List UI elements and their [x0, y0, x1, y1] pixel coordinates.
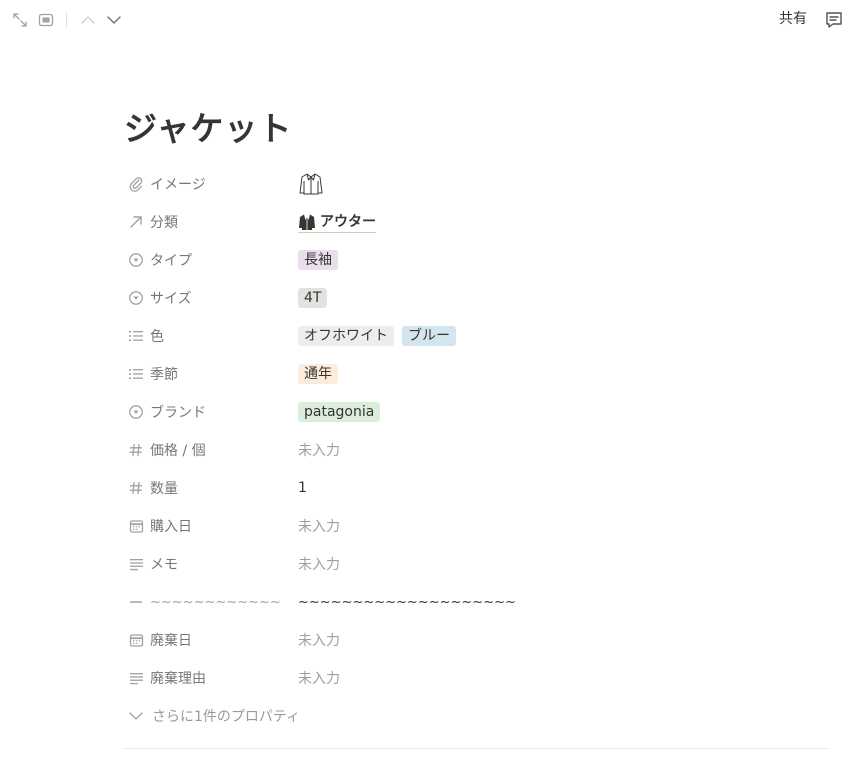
property-value-quantity[interactable]: 1	[298, 469, 307, 507]
jacket-thumbnail-icon[interactable]	[298, 172, 324, 196]
property-label: ブランド	[150, 405, 206, 421]
property-row-price: 価格 / 個 未入力	[124, 431, 830, 469]
property-name-disposal-date[interactable]: 廃棄日	[128, 621, 288, 659]
tag: ブルー	[402, 326, 456, 346]
property-value-type[interactable]: 長袖	[298, 241, 346, 279]
list-icon	[128, 328, 144, 344]
tag: 4T	[298, 288, 328, 308]
calendar-icon	[128, 632, 144, 648]
property-label: メモ	[150, 557, 178, 573]
property-value-memo[interactable]: 未入力	[298, 545, 340, 583]
relation-label: アウター	[320, 213, 376, 230]
tag: 長袖	[298, 250, 338, 270]
property-value-size[interactable]: 4T	[298, 279, 335, 317]
tag: patagonia	[298, 402, 381, 422]
tag: 通年	[298, 364, 338, 384]
hash-icon	[128, 480, 144, 496]
paperclip-icon	[128, 176, 144, 192]
property-row-image: イメージ	[124, 165, 830, 203]
property-name-color[interactable]: 色	[128, 317, 288, 355]
comment-icon[interactable]	[823, 9, 845, 31]
property-name-quantity[interactable]: 数量	[128, 469, 288, 507]
property-value-category[interactable]: アウター	[298, 203, 376, 241]
toolbar-divider	[66, 12, 67, 28]
top-bar: 共有	[0, 0, 860, 40]
chevron-down-icon[interactable]	[104, 10, 124, 30]
property-name-category[interactable]: 分類	[128, 203, 288, 241]
property-label: 分類	[150, 215, 178, 231]
property-name-type[interactable]: タイプ	[128, 241, 288, 279]
property-name-price[interactable]: 価格 / 個	[128, 431, 288, 469]
property-value-image[interactable]	[298, 165, 324, 203]
property-value-brand[interactable]: patagonia	[298, 393, 388, 431]
property-name-season[interactable]: 季節	[128, 355, 288, 393]
property-value-disposal-reason[interactable]: 未入力	[298, 659, 340, 697]
expand-icon[interactable]	[10, 10, 30, 30]
property-value-season[interactable]: 通年	[298, 355, 346, 393]
property-row-separator: ~~~~~~~~~~~~ ~~~~~~~~~~~~~~~~~~~~	[124, 583, 830, 621]
text-icon	[128, 670, 144, 686]
property-label: 購入日	[150, 519, 192, 535]
property-name-size[interactable]: サイズ	[128, 279, 288, 317]
hash-icon	[128, 442, 144, 458]
property-value-color[interactable]: オフホワイト ブルー	[298, 317, 464, 355]
arrow-up-right-icon	[128, 214, 144, 230]
property-name-brand[interactable]: ブランド	[128, 393, 288, 431]
property-label: 数量	[150, 481, 178, 497]
property-value-price[interactable]: 未入力	[298, 431, 340, 469]
property-list: イメージ 分類 アウター タイプ 長袖 サイズ 4T 色 オフホワイト ブルー …	[124, 165, 830, 697]
property-row-type: タイプ 長袖	[124, 241, 830, 279]
property-row-brand: ブランド patagonia	[124, 393, 830, 431]
property-name-purchase-date[interactable]: 購入日	[128, 507, 288, 545]
property-name-separator[interactable]: ~~~~~~~~~~~~	[128, 583, 288, 621]
tag: オフホワイト	[298, 326, 394, 346]
property-label: ~~~~~~~~~~~~	[150, 594, 281, 610]
property-row-disposal-date: 廃棄日 未入力	[124, 621, 830, 659]
more-properties-label: さらに1件のプロパティ	[152, 709, 301, 725]
property-value-separator[interactable]: ~~~~~~~~~~~~~~~~~~~~	[298, 583, 516, 621]
list-icon	[128, 366, 144, 382]
property-name-memo[interactable]: メモ	[128, 545, 288, 583]
property-value-purchase-date[interactable]: 未入力	[298, 507, 340, 545]
page-title[interactable]: ジャケット	[124, 105, 292, 153]
section-divider	[122, 748, 830, 749]
property-name-disposal-reason[interactable]: 廃棄理由	[128, 659, 288, 697]
share-button[interactable]: 共有	[779, 10, 807, 28]
property-value-disposal-date[interactable]: 未入力	[298, 621, 340, 659]
property-label: 価格 / 個	[150, 443, 206, 459]
property-row-quantity: 数量 1	[124, 469, 830, 507]
property-label: 季節	[150, 367, 178, 383]
chevron-down-icon	[128, 708, 144, 724]
dash-icon	[128, 594, 144, 610]
text-icon	[128, 556, 144, 572]
property-label: イメージ	[150, 177, 206, 193]
property-label: 廃棄日	[150, 633, 192, 649]
calendar-icon	[128, 518, 144, 534]
select-icon	[128, 252, 144, 268]
select-icon	[128, 404, 144, 420]
property-row-memo: メモ 未入力	[124, 545, 830, 583]
relation-link[interactable]: アウター	[298, 212, 376, 233]
property-row-purchase-date: 購入日 未入力	[124, 507, 830, 545]
property-row-color: 色 オフホワイト ブルー	[124, 317, 830, 355]
chevron-up-icon[interactable]	[78, 10, 98, 30]
property-row-disposal-reason: 廃棄理由 未入力	[124, 659, 830, 697]
property-row-size: サイズ 4T	[124, 279, 830, 317]
property-label: 色	[150, 329, 164, 345]
property-name-image[interactable]: イメージ	[128, 165, 288, 203]
property-label: タイプ	[150, 253, 192, 269]
property-label: 廃棄理由	[150, 671, 206, 687]
jacket-icon	[298, 213, 316, 231]
property-row-season: 季節 通年	[124, 355, 830, 393]
peek-mode-icon[interactable]	[36, 10, 56, 30]
property-label: サイズ	[150, 291, 192, 307]
more-properties-toggle[interactable]: さらに1件のプロパティ	[128, 703, 300, 729]
select-icon	[128, 290, 144, 306]
property-row-category: 分類 アウター	[124, 203, 830, 241]
